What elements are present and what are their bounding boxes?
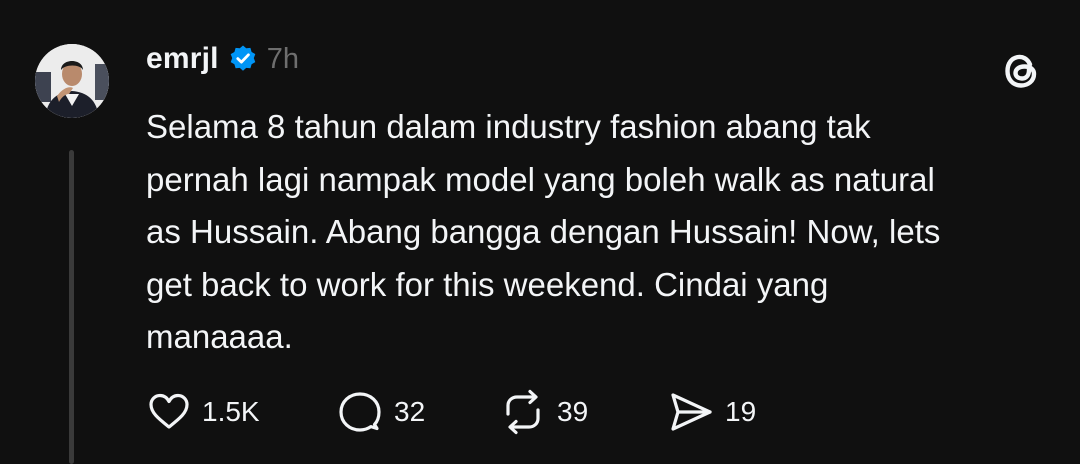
repost-icon [506,389,540,435]
send-icon [671,393,712,431]
threads-logo-icon[interactable] [996,44,1046,94]
share-count: 19 [725,396,757,427]
repost-button[interactable]: 39 [499,388,667,436]
post-actions: 1.5K 32 39 19 [146,388,787,436]
username[interactable]: emrjl [146,42,219,76]
thread-line [69,150,74,464]
reply-count: 32 [394,396,426,427]
like-count: 1.5K [202,396,260,427]
reply-button[interactable]: 32 [336,388,499,436]
post-text: Selama 8 tahun dalam industry fashion ab… [146,108,941,355]
comment-icon [339,392,381,432]
avatar-image [35,44,109,118]
avatar[interactable] [35,44,109,118]
threads-post: emrjl 7h Selama 8 tahun dalam industry f… [0,0,1080,464]
heart-icon [149,393,189,429]
post-header: emrjl 7h [146,39,299,79]
verified-badge-icon [228,44,258,74]
repost-count: 39 [557,396,589,427]
share-button[interactable]: 19 [667,388,787,436]
post-timestamp: 7h [266,42,299,75]
like-button[interactable]: 1.5K [146,389,336,435]
